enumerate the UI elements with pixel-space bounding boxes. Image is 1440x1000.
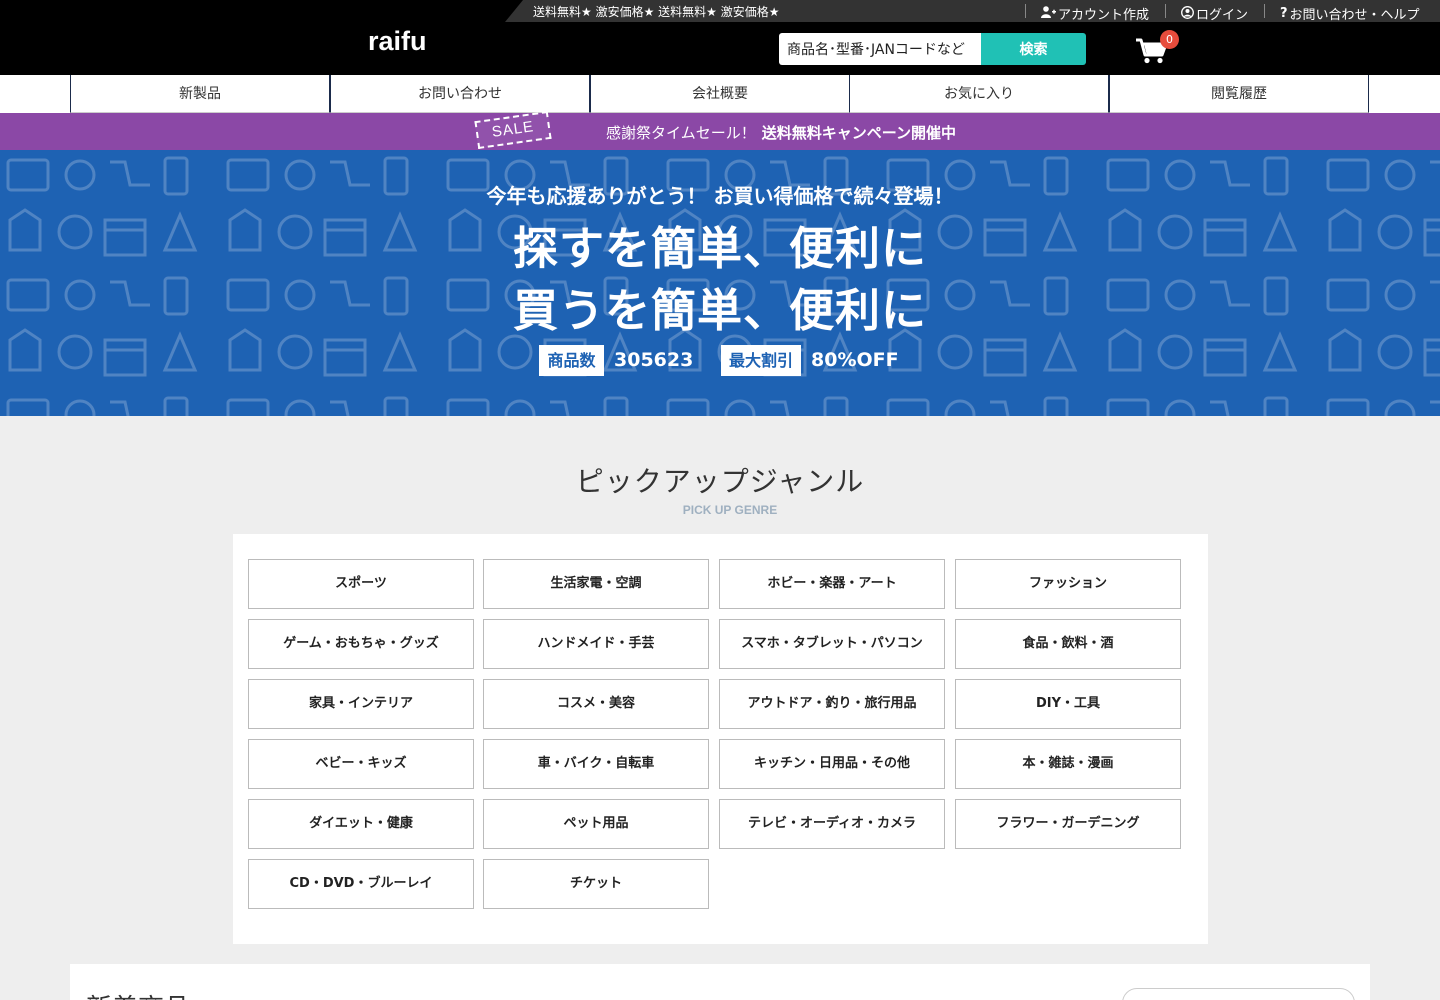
search-input[interactable] bbox=[779, 33, 982, 65]
genre-button[interactable]: ダイエット・健康 bbox=[248, 799, 474, 849]
nav-item-company[interactable]: 会社概要 bbox=[590, 75, 850, 113]
ticker-notch bbox=[505, 0, 523, 22]
genre-button[interactable]: ベビー・キッズ bbox=[248, 739, 474, 789]
main-nav: 新製品 お問い合わせ 会社概要 お気に入り 閲覧履歴 bbox=[0, 75, 1440, 113]
question-icon: ? bbox=[1280, 6, 1288, 21]
util-divider bbox=[1165, 4, 1166, 18]
genre-button[interactable]: 食品・飲料・酒 bbox=[955, 619, 1181, 669]
genre-button[interactable]: ホビー・楽器・アート bbox=[719, 559, 945, 609]
genre-button[interactable]: ハンドメイド・手芸 bbox=[483, 619, 709, 669]
cart-count-badge: 0 bbox=[1160, 30, 1179, 49]
new-products-more-button[interactable] bbox=[1122, 988, 1355, 1000]
stat-discount-value: 80%OFF bbox=[811, 349, 899, 371]
genre-button[interactable]: チケット bbox=[483, 859, 709, 909]
genre-button[interactable]: コスメ・美容 bbox=[483, 679, 709, 729]
nav-item-favorites[interactable]: お気に入り bbox=[849, 75, 1109, 113]
genre-button[interactable]: 車・バイク・自転車 bbox=[483, 739, 709, 789]
stat-discount-label: 最大割引 bbox=[721, 345, 801, 376]
genre-button[interactable]: ファッション bbox=[955, 559, 1181, 609]
help-link[interactable]: ? お問い合わせ・ヘルプ bbox=[1280, 4, 1420, 23]
hero-headline-1: 探すを簡単、便利に bbox=[512, 222, 927, 275]
genre-button[interactable]: フラワー・ガーデニング bbox=[955, 799, 1181, 849]
user-plus-icon bbox=[1041, 6, 1056, 21]
genre-button[interactable]: ペット用品 bbox=[483, 799, 709, 849]
genre-button[interactable]: 家具・インテリア bbox=[248, 679, 474, 729]
stat-products-value: 305623 bbox=[614, 349, 694, 371]
sale-text: 感謝祭タイムセール！ 送料無料キャンペーン開催中 bbox=[606, 122, 956, 143]
genre-button[interactable]: キッチン・日用品・その他 bbox=[719, 739, 945, 789]
genre-button[interactable]: CD・DVD・ブルーレイ bbox=[248, 859, 474, 909]
nav-item-history[interactable]: 閲覧履歴 bbox=[1109, 75, 1369, 113]
stat-products-label: 商品数 bbox=[539, 345, 604, 376]
account-create-link[interactable]: アカウント作成 bbox=[1041, 4, 1149, 23]
hero-subtitle: 今年も応援ありがとう！ お買い得価格で続々登場！ bbox=[486, 184, 954, 208]
pickup-title: ピックアップジャンル bbox=[575, 465, 865, 498]
util-divider bbox=[1025, 4, 1026, 18]
user-circle-icon bbox=[1181, 5, 1194, 22]
new-products-title: 新着商品 bbox=[86, 988, 190, 1000]
search-button[interactable]: 検索 bbox=[981, 33, 1086, 65]
account-create-label: アカウント作成 bbox=[1058, 8, 1150, 23]
sale-text-strong: 送料無料キャンペーン開催中 bbox=[761, 124, 956, 142]
genre-button[interactable]: 本・雑誌・漫画 bbox=[955, 739, 1181, 789]
sale-text-label: 感謝祭タイムセール！ bbox=[606, 124, 756, 142]
pickup-subtitle: PICK UP GENRE bbox=[682, 503, 778, 517]
nav-item-new-products[interactable]: 新製品 bbox=[70, 75, 330, 113]
genre-button[interactable]: ゲーム・おもちゃ・グッズ bbox=[248, 619, 474, 669]
site-logo[interactable]: raifu bbox=[368, 26, 427, 57]
help-label: お問い合わせ・ヘルプ bbox=[1289, 8, 1420, 23]
genre-button[interactable]: DIY・工具 bbox=[955, 679, 1181, 729]
genre-button[interactable]: 生活家電・空調 bbox=[483, 559, 709, 609]
ticker-text: 送料無料★ 激安価格★ 送料無料★ 激安価格★ bbox=[533, 5, 780, 19]
login-link[interactable]: ログイン bbox=[1181, 4, 1248, 23]
hero-headline-2: 買うを簡単、便利に bbox=[512, 284, 927, 337]
util-divider bbox=[1264, 4, 1265, 18]
genre-button[interactable]: テレビ・オーディオ・カメラ bbox=[719, 799, 945, 849]
nav-item-contact[interactable]: お問い合わせ bbox=[330, 75, 590, 113]
login-label: ログイン bbox=[1196, 8, 1249, 23]
genre-button[interactable]: スポーツ bbox=[248, 559, 474, 609]
genre-button[interactable]: スマホ・タブレット・パソコン bbox=[719, 619, 945, 669]
genre-button[interactable]: アウトドア・釣り・旅行用品 bbox=[719, 679, 945, 729]
